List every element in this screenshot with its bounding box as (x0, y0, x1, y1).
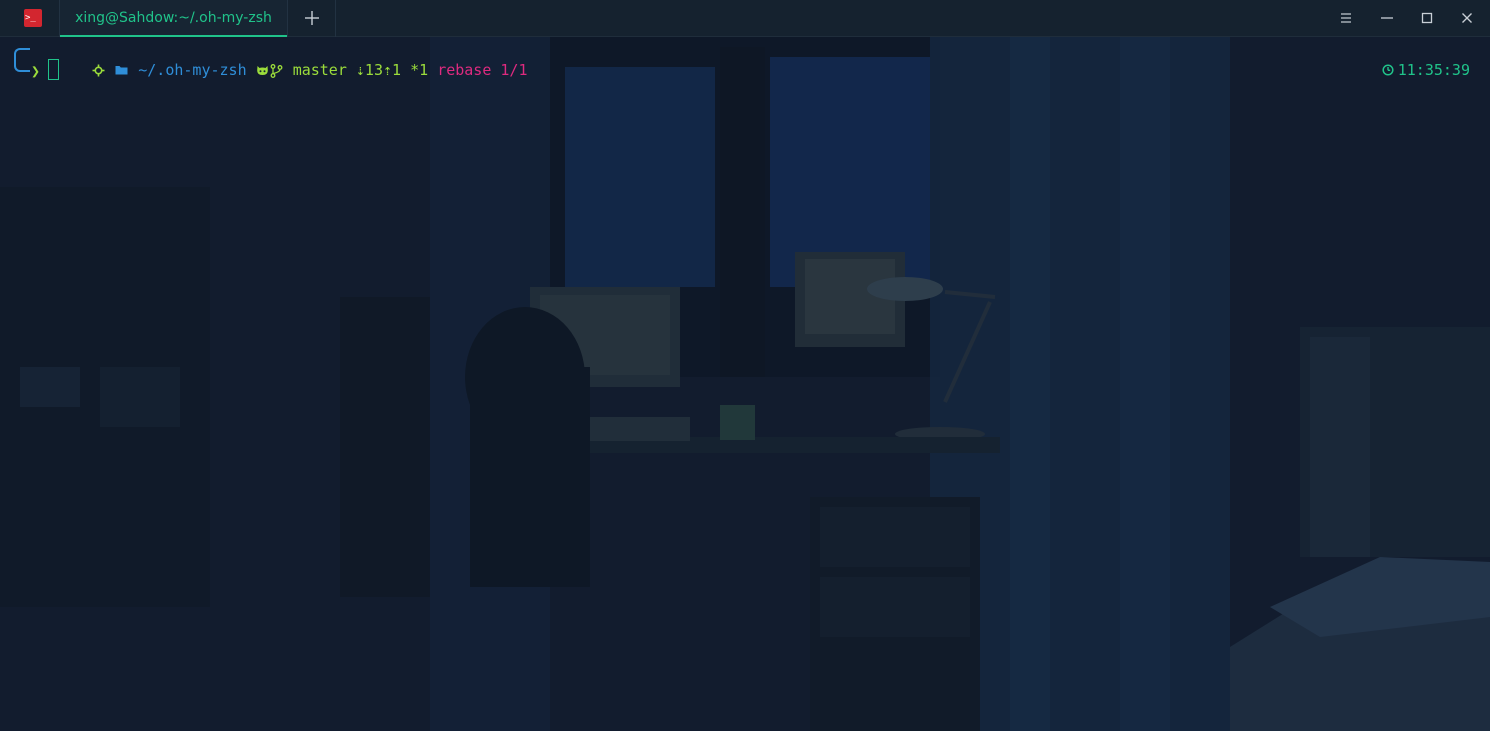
title-bar: >_ xing@Sahdow:~/.oh-my-zsh (0, 0, 1490, 37)
git-behind-ahead: ⇣13⇡1 (355, 61, 402, 79)
git-changes: *1 (410, 61, 429, 79)
plus-icon (305, 11, 319, 25)
current-path: ~/.oh-my-zsh (138, 61, 247, 79)
terminal-window: >_ xing@Sahdow:~/.oh-my-zsh ~/.oh-my-zsh… (0, 0, 1490, 731)
close-button[interactable] (1457, 8, 1477, 28)
git-branch-icon (270, 60, 284, 80)
prompt-frame-bracket (14, 48, 30, 72)
folder-icon (115, 60, 129, 80)
clock-time: 11:35:39 (1397, 61, 1470, 79)
new-tab-button[interactable] (288, 0, 336, 37)
terminal-area[interactable]: ~/.oh-my-zsh master ⇣13⇡1 *1 rebase 1/1 (0, 37, 1490, 731)
minimize-button[interactable] (1377, 8, 1397, 28)
clock-icon (1382, 60, 1398, 80)
prompt-line: ~/.oh-my-zsh master ⇣13⇡1 *1 rebase 1/1 (38, 40, 528, 100)
maximize-icon (1421, 12, 1433, 24)
tab-title: xing@Sahdow:~/.oh-my-zsh (75, 10, 272, 26)
prompt-char: ❯ (31, 62, 41, 80)
menu-button[interactable] (1336, 8, 1356, 28)
git-rebase-state: rebase 1/1 (437, 61, 528, 79)
minimize-icon (1381, 17, 1393, 19)
app-icon-glyph: >_ (25, 13, 36, 23)
maximize-button[interactable] (1417, 8, 1437, 28)
gear-icon (92, 60, 106, 80)
text-cursor (48, 59, 59, 80)
tab-terminal[interactable]: xing@Sahdow:~/.oh-my-zsh (59, 0, 288, 37)
github-cat-icon (256, 60, 270, 80)
terminal-app-icon: >_ (24, 9, 42, 27)
git-branch-name: master (292, 61, 347, 79)
hamburger-menu-icon (1341, 13, 1351, 23)
close-icon (1462, 13, 1472, 23)
active-tab-indicator (60, 35, 287, 37)
clock-segment: 11:35:39 (1328, 40, 1470, 100)
